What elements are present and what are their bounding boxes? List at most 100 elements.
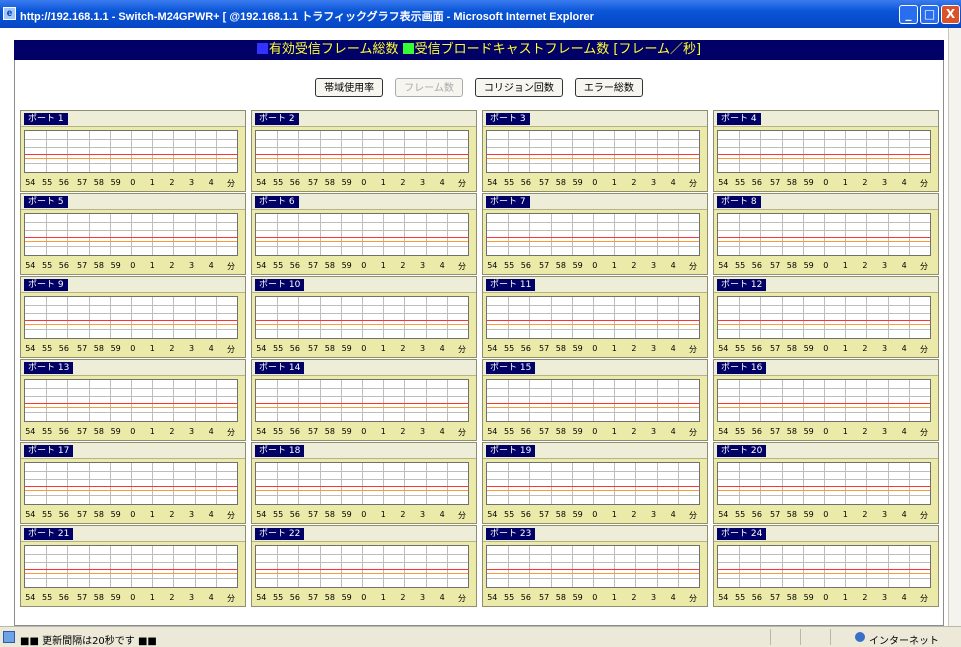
port-panel-header: ポート 22 — [252, 526, 476, 542]
time-axis-tick: 59 — [341, 593, 352, 602]
port-label: ポート 8 — [717, 196, 761, 208]
port-panel-header: ポート 3 — [483, 111, 707, 127]
time-axis-tick: 1 — [380, 510, 386, 519]
minimize-button[interactable]: _ — [899, 5, 918, 24]
time-axis-tick: 57 — [539, 510, 550, 519]
time-axis-tick: 2 — [169, 344, 175, 353]
time-axis-tick: 1 — [149, 261, 155, 270]
time-axis-tick: 59 — [803, 344, 814, 353]
time-axis-tick: 2 — [631, 178, 637, 187]
time-axis-tick: 4 — [439, 510, 445, 519]
time-axis-tick: 1 — [149, 427, 155, 436]
time-axis-tick: 2 — [862, 344, 868, 353]
time-axis-tick: 54 — [25, 593, 36, 602]
time-axis-tick: 55 — [42, 593, 53, 602]
time-axis-tick: 0 — [592, 344, 598, 353]
port-label: ポート 23 — [486, 528, 536, 540]
time-axis-unit: 分 — [227, 594, 235, 603]
port-panel: ポート 23 54 55 56 57 58 59 0 1 2 3 4 分 — [482, 525, 708, 607]
time-axis: 54 55 56 57 58 59 0 1 2 3 4 分 — [252, 261, 476, 273]
port-panel-header: ポート 17 — [21, 443, 245, 459]
time-axis-tick: 0 — [592, 261, 598, 270]
time-axis-tick: 57 — [308, 178, 319, 187]
time-axis-tick: 56 — [289, 510, 300, 519]
port-panel-header: ポート 19 — [483, 443, 707, 459]
time-axis-tick: 56 — [520, 344, 531, 353]
traffic-graph — [717, 130, 931, 173]
time-axis: 54 55 56 57 58 59 0 1 2 3 4 分 — [252, 510, 476, 522]
time-axis-unit: 分 — [458, 594, 466, 603]
port-panel: ポート 2 54 55 56 57 58 59 0 1 2 3 4 分 — [251, 110, 477, 192]
traffic-graph — [486, 296, 700, 339]
time-axis-tick: 55 — [42, 178, 53, 187]
port-panel: ポート 19 54 55 56 57 58 59 0 1 2 3 4 分 — [482, 442, 708, 524]
time-axis-tick: 3 — [651, 427, 657, 436]
time-axis-tick: 55 — [504, 593, 515, 602]
time-axis-unit: 分 — [458, 262, 466, 271]
time-axis-tick: 54 — [25, 261, 36, 270]
time-axis-tick: 1 — [380, 427, 386, 436]
port-label: ポート 12 — [717, 279, 767, 291]
port-label: ポート 19 — [486, 445, 536, 457]
time-axis-tick: 4 — [208, 427, 214, 436]
time-axis-tick: 57 — [77, 427, 88, 436]
time-axis-tick: 57 — [308, 593, 319, 602]
port-panel: ポート 5 54 55 56 57 58 59 0 1 2 3 4 分 — [20, 193, 246, 275]
time-axis-tick: 0 — [361, 593, 367, 602]
time-axis-unit: 分 — [227, 179, 235, 188]
time-axis-tick: 0 — [130, 261, 136, 270]
time-axis-tick: 59 — [110, 593, 121, 602]
time-axis-tick: 4 — [901, 593, 907, 602]
port-label: ポート 17 — [24, 445, 74, 457]
time-axis-tick: 2 — [169, 593, 175, 602]
time-axis: 54 55 56 57 58 59 0 1 2 3 4 分 — [21, 261, 245, 273]
close-button[interactable]: X — [941, 5, 960, 24]
time-axis-tick: 55 — [735, 344, 746, 353]
port-panel: ポート 3 54 55 56 57 58 59 0 1 2 3 4 分 — [482, 110, 708, 192]
time-axis-tick: 58 — [93, 593, 104, 602]
port-panel: ポート 17 54 55 56 57 58 59 0 1 2 3 4 分 — [20, 442, 246, 524]
time-axis-tick: 4 — [208, 261, 214, 270]
time-axis-tick: 56 — [58, 261, 69, 270]
time-axis-tick: 2 — [631, 593, 637, 602]
vertical-scrollbar[interactable] — [948, 28, 961, 626]
time-axis-tick: 59 — [572, 510, 583, 519]
port-panel: ポート 14 54 55 56 57 58 59 0 1 2 3 4 分 — [251, 359, 477, 441]
port-panel-header: ポート 10 — [252, 277, 476, 293]
time-axis-tick: 58 — [555, 178, 566, 187]
time-axis-tick: 0 — [823, 427, 829, 436]
traffic-graph — [24, 379, 238, 422]
frame-count-button: フレーム数 — [395, 78, 463, 97]
time-axis-tick: 1 — [611, 261, 617, 270]
time-axis-tick: 56 — [289, 178, 300, 187]
time-axis-tick: 4 — [901, 510, 907, 519]
time-axis-unit: 分 — [920, 345, 928, 354]
maximize-button[interactable]: □ — [920, 5, 939, 24]
port-label: ポート 10 — [255, 279, 305, 291]
time-axis-tick: 3 — [420, 344, 426, 353]
time-axis-tick: 2 — [400, 344, 406, 353]
time-axis: 54 55 56 57 58 59 0 1 2 3 4 分 — [714, 178, 938, 190]
collision-count-button[interactable]: コリジョン回数 — [474, 78, 563, 97]
time-axis-tick: 58 — [786, 178, 797, 187]
time-axis-tick: 59 — [110, 178, 121, 187]
time-axis: 54 55 56 57 58 59 0 1 2 3 4 分 — [714, 593, 938, 605]
port-label: ポート 14 — [255, 362, 305, 374]
traffic-graph — [255, 213, 469, 256]
time-axis-tick: 1 — [149, 178, 155, 187]
time-axis-tick: 57 — [308, 427, 319, 436]
time-axis-tick: 3 — [651, 510, 657, 519]
time-axis-tick: 3 — [189, 261, 195, 270]
port-panel: ポート 7 54 55 56 57 58 59 0 1 2 3 4 分 — [482, 193, 708, 275]
time-axis-tick: 59 — [110, 344, 121, 353]
time-axis-tick: 1 — [842, 261, 848, 270]
time-axis-tick: 58 — [786, 344, 797, 353]
time-axis-tick: 58 — [93, 344, 104, 353]
time-axis-tick: 57 — [77, 593, 88, 602]
port-label: ポート 4 — [717, 113, 761, 125]
port-graph-grid: ポート 1 54 55 56 57 58 59 0 1 2 3 4 分ポート 2 54 55 56 57 58 59… — [20, 110, 942, 626]
bandwidth-usage-button[interactable]: 帯域使用率 — [315, 78, 384, 97]
port-panel: ポート 9 54 55 56 57 58 59 0 1 2 3 4 分 — [20, 276, 246, 358]
error-total-button[interactable]: エラー総数 — [574, 78, 643, 97]
time-axis-tick: 59 — [572, 178, 583, 187]
